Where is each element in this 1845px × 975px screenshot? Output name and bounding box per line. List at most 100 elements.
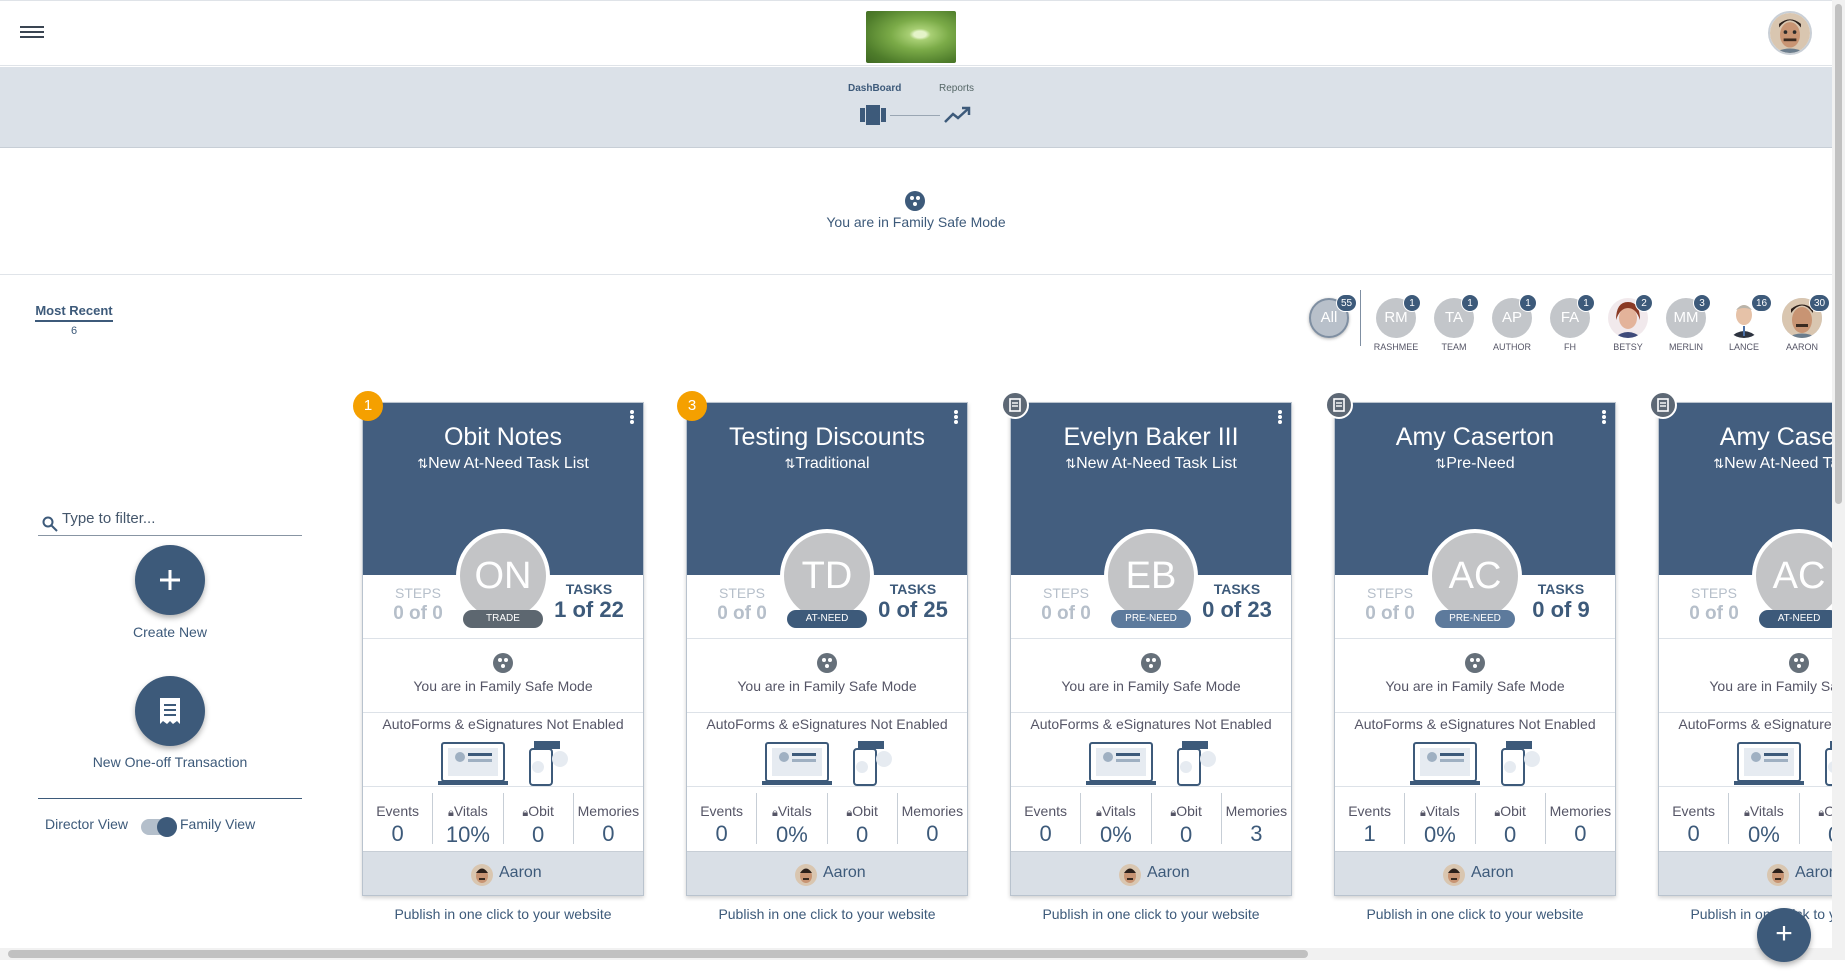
stat-events[interactable]: Events 1 (1335, 793, 1406, 846)
scrollbar-thumb[interactable] (8, 950, 1308, 958)
card-title[interactable]: Amy Caserton (1335, 423, 1615, 452)
owner-avatar (795, 864, 817, 886)
stat-memories[interactable]: Memories 0 (574, 793, 643, 846)
stat-label: 🔒︎Obit (1800, 803, 1832, 820)
stat-events[interactable]: Events 0 (687, 793, 758, 846)
more-options-icon[interactable] (1601, 409, 1607, 427)
steps-value: 0 of 0 (717, 603, 767, 624)
card-footer[interactable]: Aaron (363, 851, 643, 895)
card-footer[interactable]: Aaron (1659, 851, 1832, 895)
document-icon[interactable] (1001, 391, 1029, 419)
card-subtitle-text: Traditional (795, 455, 870, 472)
scrollbar-thumb[interactable] (1835, 4, 1842, 504)
card-tasks[interactable]: TASKS 1 of 22 (543, 581, 635, 623)
family-safe-icon (1465, 653, 1485, 673)
card-title[interactable]: Obit Notes (363, 423, 643, 452)
tasks-value: 0 of 25 (878, 597, 948, 622)
stat-obit[interactable]: 🔒︎Obit 0 (504, 793, 574, 847)
owner-avatar (1767, 864, 1789, 886)
stat-memories[interactable]: Memories 3 (1222, 793, 1291, 846)
stat-vitals[interactable]: 🔒︎Vitals 0% (1729, 793, 1800, 847)
autoforms-text: AutoForms & eSignatures Not Enabled (1030, 716, 1272, 732)
stat-events[interactable]: Events 0 (363, 793, 434, 846)
stat-label-text: Obit (1500, 803, 1526, 819)
case-card[interactable]: Evelyn Baker III ⇅New At-Need Task List … (1001, 391, 1292, 896)
card-title[interactable]: Testing Discounts (687, 423, 967, 452)
task-list-icon: ⇅ (784, 456, 796, 471)
tasks-value: 0 of 9 (1532, 597, 1590, 622)
owner-name: Aaron (1147, 864, 1190, 881)
publish-link[interactable]: Publish in one click to your website (1010, 906, 1292, 922)
document-icon[interactable] (1325, 391, 1353, 419)
more-options-icon[interactable] (1277, 409, 1283, 427)
card-footer[interactable]: Aaron (1335, 851, 1615, 895)
card-tasks[interactable]: TASKS 0 of 9 (1515, 581, 1607, 623)
horizontal-scrollbar[interactable] (0, 948, 1832, 960)
owner-name: Aaron (499, 864, 542, 881)
card-divider (363, 638, 643, 639)
stat-value: 0 (1180, 822, 1193, 847)
card-subtitle-text: New At-Need Task List (428, 455, 589, 472)
card-type-badge: PRE-NEED (1111, 610, 1191, 628)
steps-value: 0 of 0 (1365, 603, 1415, 624)
card-initials[interactable]: AC (1428, 529, 1522, 623)
stat-memories[interactable]: Memories 0 (1546, 793, 1615, 846)
stat-vitals[interactable]: 🔒︎Vitals 0% (757, 793, 828, 847)
stat-events[interactable]: Events 0 (1659, 793, 1730, 846)
add-fab-button[interactable]: + (1757, 908, 1811, 962)
publish-link[interactable]: Publish in one click to your website (362, 906, 644, 922)
stat-obit[interactable]: 🔒︎Obit 0 (1152, 793, 1222, 847)
more-options-icon[interactable] (629, 409, 635, 427)
stat-obit[interactable]: 🔒︎Obit 0 (828, 793, 898, 847)
card-initials[interactable]: TD (780, 529, 874, 623)
case-card[interactable]: Obit Notes ⇅New At-Need Task List STEPS … (353, 391, 644, 896)
stat-label: Events (700, 803, 744, 819)
stat-obit[interactable]: 🔒︎Obit 0 (1800, 793, 1832, 847)
stat-label-text: Vitals (453, 803, 488, 819)
card-subtitle: ⇅New At-Need Task List (1011, 455, 1291, 473)
card-initials[interactable]: AC (1752, 529, 1832, 623)
esign-illustration (1410, 741, 1540, 786)
card-title[interactable]: Evelyn Baker III (1011, 423, 1291, 452)
card-initials[interactable]: ON (456, 529, 550, 623)
case-cards: Obit Notes ⇅New At-Need Task List STEPS … (0, 0, 1832, 948)
stat-label-text: Obit (1176, 803, 1202, 819)
publish-link[interactable]: Publish in one click to your website (1334, 906, 1616, 922)
card-divider (1011, 638, 1291, 639)
card-initials[interactable]: EB (1104, 529, 1198, 623)
card-footer[interactable]: Aaron (687, 851, 967, 895)
stat-vitals[interactable]: 🔒︎Vitals 0% (1405, 793, 1476, 847)
card-subtitle: ⇅Pre-Need (1335, 455, 1615, 473)
stat-obit[interactable]: 🔒︎Obit 0 (1476, 793, 1546, 847)
stat-value: 0% (1747, 822, 1780, 847)
stat-label: Events (1672, 803, 1716, 819)
task-list-icon: ⇅ (1713, 456, 1725, 471)
more-options-icon[interactable] (953, 409, 959, 427)
owner-avatar (1119, 864, 1141, 886)
stat-value: 0 (1504, 822, 1517, 847)
card-footer[interactable]: Aaron (1011, 851, 1291, 895)
stat-label: Events (1024, 803, 1068, 819)
stat-vitals[interactable]: 🔒︎Vitals 10% (433, 793, 504, 847)
publish-link[interactable]: Publish in one click to your website (686, 906, 968, 922)
case-card[interactable]: Amy Caserton ⇅Pre-Need STEPS 0 of 0 AC P… (1325, 391, 1616, 896)
task-list-icon: ⇅ (1435, 456, 1447, 471)
card-tasks[interactable]: TASKS 0 of 23 (1191, 581, 1283, 623)
case-card[interactable]: Amy Caserton ⇅New At-Need Task List STEP… (1649, 391, 1832, 896)
notification-badge: 1 (353, 391, 383, 421)
case-card[interactable]: Testing Discounts ⇅Traditional STEPS 0 o… (677, 391, 968, 896)
card-divider (687, 712, 967, 713)
steps-label: STEPS (719, 585, 765, 601)
stat-events[interactable]: Events 0 (1011, 793, 1082, 846)
document-icon[interactable] (1649, 391, 1677, 419)
card-title[interactable]: Amy Caserton (1659, 423, 1832, 452)
stat-vitals[interactable]: 🔒︎Vitals 0% (1081, 793, 1152, 847)
vertical-scrollbar[interactable] (1832, 0, 1845, 960)
card-divider (687, 638, 967, 639)
stat-label: Events (376, 803, 420, 819)
stat-value: 0 (391, 821, 404, 846)
card-divider (1659, 638, 1832, 639)
card-tasks[interactable]: TASKS 0 of 25 (867, 581, 959, 623)
owner-avatar (1443, 864, 1465, 886)
stat-memories[interactable]: Memories 0 (898, 793, 967, 846)
